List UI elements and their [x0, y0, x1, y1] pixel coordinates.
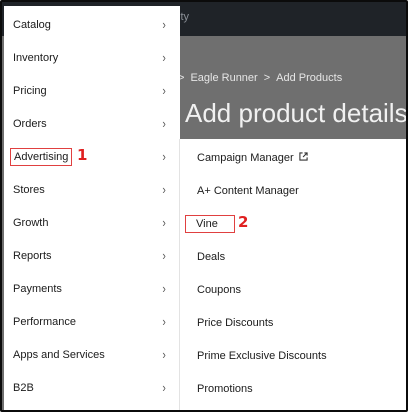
page-title: Add product details [185, 98, 408, 128]
menu-item-label: Catalog [13, 18, 51, 31]
menu-item-b2b[interactable]: B2B › [4, 371, 180, 404]
menu-item-performance[interactable]: Performance › [4, 305, 180, 338]
chevron-right-icon: › [162, 149, 166, 164]
chevron-right-icon: › [162, 380, 166, 395]
external-link-icon [298, 151, 308, 164]
submenu-item-coupons[interactable]: Coupons [180, 273, 406, 306]
menu-item-inventory[interactable]: Inventory › [4, 41, 180, 74]
menu-item-reports[interactable]: Reports › [4, 239, 180, 272]
submenu-item-label: Price Discounts [197, 316, 274, 329]
submenu-item-a-plus-content-manager[interactable]: A+ Content Manager [180, 174, 406, 207]
chevron-right-icon: › [162, 116, 166, 131]
menu-item-advertising[interactable]: Advertising › [4, 140, 180, 173]
menu-item-label: Advertising [10, 147, 73, 166]
menu-item-orders[interactable]: Orders › [4, 107, 180, 140]
chevron-right-icon: › [162, 83, 166, 98]
submenu-item-price-discounts[interactable]: Price Discounts [180, 306, 406, 339]
submenu-item-prime-exclusive-discounts[interactable]: Prime Exclusive Discounts [180, 339, 406, 372]
chevron-right-icon: › [162, 281, 166, 296]
submenu-item-vine[interactable]: Vine [180, 207, 406, 240]
submenu-item-label: Vine [185, 214, 235, 233]
menu-item-apps-and-services[interactable]: Apps and Services › [4, 338, 180, 371]
chevron-right-icon: › [162, 182, 166, 197]
breadcrumb-item: Add Products [276, 72, 343, 84]
submenu-item-label: Promotions [197, 382, 253, 395]
menu-item-pricing[interactable]: Pricing › [4, 74, 180, 107]
menu-item-stores[interactable]: Stores › [4, 173, 180, 206]
submenu-item-label: Campaign Manager [197, 151, 294, 164]
menu-item-label: Payments [13, 282, 62, 295]
breadcrumb: > Eagle Runner > Add Products [178, 72, 342, 84]
submenu-item-deals[interactable]: Deals [180, 240, 406, 273]
chevron-right-icon: › [162, 347, 166, 362]
breadcrumb-separator: > [263, 72, 271, 84]
submenu-item-label: Deals [197, 250, 226, 263]
menu-item-label: Orders [13, 117, 47, 130]
submenu-item-promotions[interactable]: Promotions [180, 372, 406, 405]
menu-item-catalog[interactable]: Catalog › [4, 8, 180, 41]
menu-item-payments[interactable]: Payments › [4, 272, 180, 305]
menu-item-label: Reports [13, 249, 52, 262]
menu-item-label: Performance [13, 315, 76, 328]
advertising-submenu: Campaign Manager A+ Content Manager Vine… [180, 139, 406, 410]
menu-item-label: B2B [13, 381, 34, 394]
menu-item-growth[interactable]: Growth › [4, 206, 180, 239]
chevron-right-icon: › [162, 50, 166, 65]
chevron-right-icon: › [162, 17, 166, 32]
menu-item-label: Stores [13, 183, 45, 196]
submenu-item-label: Coupons [197, 283, 242, 296]
chevron-right-icon: › [162, 248, 166, 263]
submenu-item-campaign-manager[interactable]: Campaign Manager [180, 141, 406, 174]
submenu-item-label: Prime Exclusive Discounts [197, 349, 327, 362]
menu-item-label: Inventory [13, 51, 59, 64]
menu-item-label: Pricing [13, 84, 47, 97]
breadcrumb-item[interactable]: Eagle Runner [190, 72, 257, 84]
main-nav-menu: Catalog › Inventory › Pricing › Orders ›… [4, 6, 180, 410]
chevron-right-icon: › [162, 215, 166, 230]
step-2-annotation: 2 [238, 213, 249, 231]
submenu-item-label: A+ Content Manager [197, 184, 299, 197]
chevron-right-icon: › [162, 314, 166, 329]
step-1-annotation: 1 [77, 146, 88, 164]
screenshot-frame: ity > Eagle Runner > Add Products Add pr… [0, 0, 408, 412]
menu-item-label: Growth [13, 216, 49, 229]
menu-item-label: Apps and Services [13, 348, 105, 361]
